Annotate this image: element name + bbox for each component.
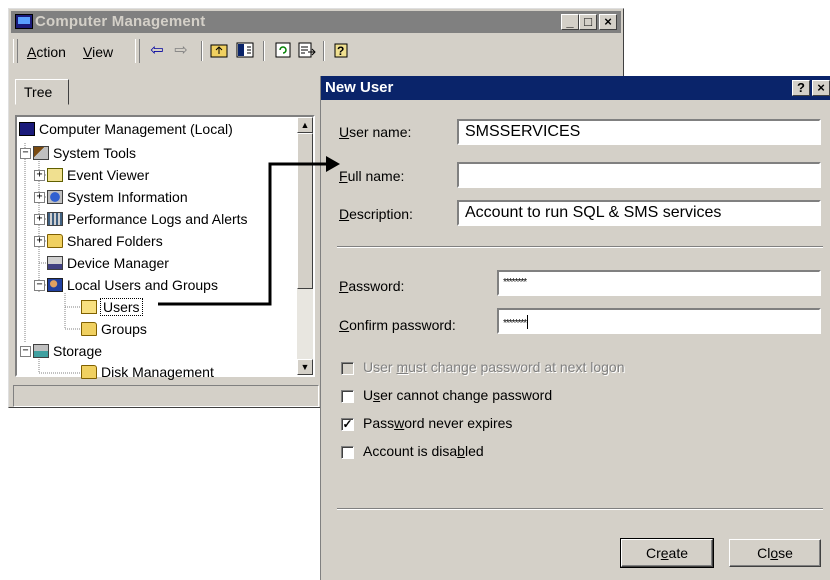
cannot-change-password-checkbox[interactable] bbox=[341, 390, 354, 403]
tree-item-users[interactable]: Users bbox=[81, 298, 143, 316]
tree-item-computer-management[interactable]: Computer Management (Local) bbox=[19, 120, 233, 138]
shared-folders-icon bbox=[47, 234, 63, 248]
close-button[interactable]: × bbox=[599, 14, 617, 30]
full-name-label: Full name: bbox=[339, 168, 405, 184]
export-list-icon[interactable] bbox=[297, 42, 317, 60]
tree-item-disk-management[interactable]: Disk Management bbox=[81, 363, 214, 381]
tree-scrollbar[interactable]: ▲ ▼ bbox=[297, 117, 313, 375]
folder-icon bbox=[81, 365, 97, 379]
expand-toggle[interactable]: + bbox=[34, 192, 45, 203]
help-icon[interactable]: ? bbox=[331, 42, 351, 60]
cm-window-title: Computer Management bbox=[35, 13, 206, 30]
folder-icon bbox=[81, 322, 97, 336]
storage-icon bbox=[33, 344, 49, 358]
tab-tree[interactable]: Tree bbox=[15, 79, 69, 105]
tree-item-shared-folders[interactable]: Shared Folders bbox=[47, 232, 163, 250]
dialog-close-button[interactable]: × bbox=[812, 80, 830, 96]
cm-toolbar: Action View ⇦ ⇨ ? bbox=[11, 35, 621, 67]
tree-item-event-viewer[interactable]: Event Viewer bbox=[47, 166, 149, 184]
description-label: Description: bbox=[339, 206, 413, 222]
confirm-password-field[interactable]: ******** bbox=[497, 308, 821, 334]
back-arrow-icon[interactable]: ⇦ bbox=[147, 42, 167, 60]
confirm-password-label: Confirm password: bbox=[339, 317, 456, 333]
password-never-expires-label: Password never expires bbox=[363, 415, 513, 431]
collapse-toggle[interactable]: − bbox=[20, 148, 31, 159]
tree-item-system-information[interactable]: System Information bbox=[47, 188, 188, 206]
must-change-password-checkbox[interactable] bbox=[341, 362, 354, 375]
toolbar-separator bbox=[263, 41, 265, 61]
description-field[interactable]: Account to run SQL & SMS services bbox=[457, 200, 821, 226]
cm-title-bar[interactable]: Computer Management _ □ × bbox=[11, 11, 621, 33]
scroll-up-button[interactable]: ▲ bbox=[297, 117, 313, 133]
toolbar-grip[interactable] bbox=[135, 39, 140, 63]
event-viewer-icon bbox=[47, 168, 63, 182]
show-hide-tree-icon[interactable] bbox=[235, 42, 255, 60]
tree-item-storage[interactable]: Storage bbox=[33, 342, 102, 360]
menu-view[interactable]: View bbox=[83, 44, 113, 60]
local-users-icon bbox=[47, 278, 63, 292]
tree-item-performance-logs[interactable]: Performance Logs and Alerts bbox=[47, 210, 248, 228]
create-button[interactable]: Create bbox=[620, 538, 714, 568]
performance-logs-icon bbox=[47, 212, 63, 226]
must-change-password-label: User must change password at next logon bbox=[363, 359, 625, 375]
new-user-title-bar[interactable]: New User ? × bbox=[321, 76, 830, 100]
refresh-icon[interactable] bbox=[273, 42, 293, 60]
forward-arrow-icon[interactable]: ⇨ bbox=[171, 42, 191, 60]
toolbar-grip[interactable] bbox=[13, 39, 18, 63]
maximize-button[interactable]: □ bbox=[579, 14, 597, 30]
device-manager-icon bbox=[47, 256, 63, 270]
up-folder-icon[interactable] bbox=[209, 42, 229, 60]
menu-action[interactable]: Action bbox=[27, 44, 66, 60]
new-user-dialog: New User ? × User name: SMSSERVICES Full… bbox=[320, 76, 830, 580]
password-label: Password: bbox=[339, 278, 405, 294]
computer-icon bbox=[19, 122, 35, 136]
close-dialog-button[interactable]: Close bbox=[729, 539, 821, 567]
dialog-title: New User bbox=[325, 79, 394, 96]
password-field[interactable]: ******** bbox=[497, 270, 821, 296]
collapse-toggle[interactable]: − bbox=[34, 280, 45, 291]
cannot-change-password-label: User cannot change password bbox=[363, 387, 553, 403]
user-name-field[interactable]: SMSSERVICES bbox=[457, 119, 821, 145]
computer-management-icon bbox=[15, 14, 33, 29]
expand-toggle[interactable]: + bbox=[34, 170, 45, 181]
tree-item-device-manager[interactable]: Device Manager bbox=[47, 254, 169, 272]
status-bar bbox=[13, 385, 319, 407]
help-button[interactable]: ? bbox=[792, 80, 810, 96]
console-tree: Computer Management (Local) − System Too… bbox=[15, 115, 315, 380]
svg-text:?: ? bbox=[337, 44, 344, 58]
divider bbox=[337, 508, 823, 510]
system-information-icon bbox=[47, 190, 63, 204]
expand-toggle[interactable]: + bbox=[34, 236, 45, 247]
full-name-field[interactable] bbox=[457, 162, 821, 188]
tree-item-groups[interactable]: Groups bbox=[81, 320, 147, 338]
account-disabled-checkbox[interactable] bbox=[341, 446, 354, 459]
tree-item-system-tools[interactable]: System Tools bbox=[33, 144, 136, 162]
text-cursor bbox=[527, 315, 529, 329]
folder-open-icon bbox=[81, 300, 97, 314]
account-disabled-label: Account is disabled bbox=[363, 443, 484, 459]
scroll-down-button[interactable]: ▼ bbox=[297, 359, 313, 375]
user-name-label: User name: bbox=[339, 124, 412, 140]
divider bbox=[337, 246, 823, 248]
toolbar-separator bbox=[323, 41, 325, 61]
toolbar-separator bbox=[201, 41, 203, 61]
expand-toggle[interactable]: + bbox=[34, 214, 45, 225]
collapse-toggle[interactable]: − bbox=[20, 346, 31, 357]
system-tools-icon bbox=[33, 146, 49, 160]
scroll-thumb[interactable] bbox=[297, 133, 313, 289]
tree-item-local-users-groups[interactable]: Local Users and Groups bbox=[47, 276, 218, 294]
password-never-expires-checkbox[interactable]: ✓ bbox=[341, 418, 354, 431]
minimize-button[interactable]: _ bbox=[561, 14, 579, 30]
